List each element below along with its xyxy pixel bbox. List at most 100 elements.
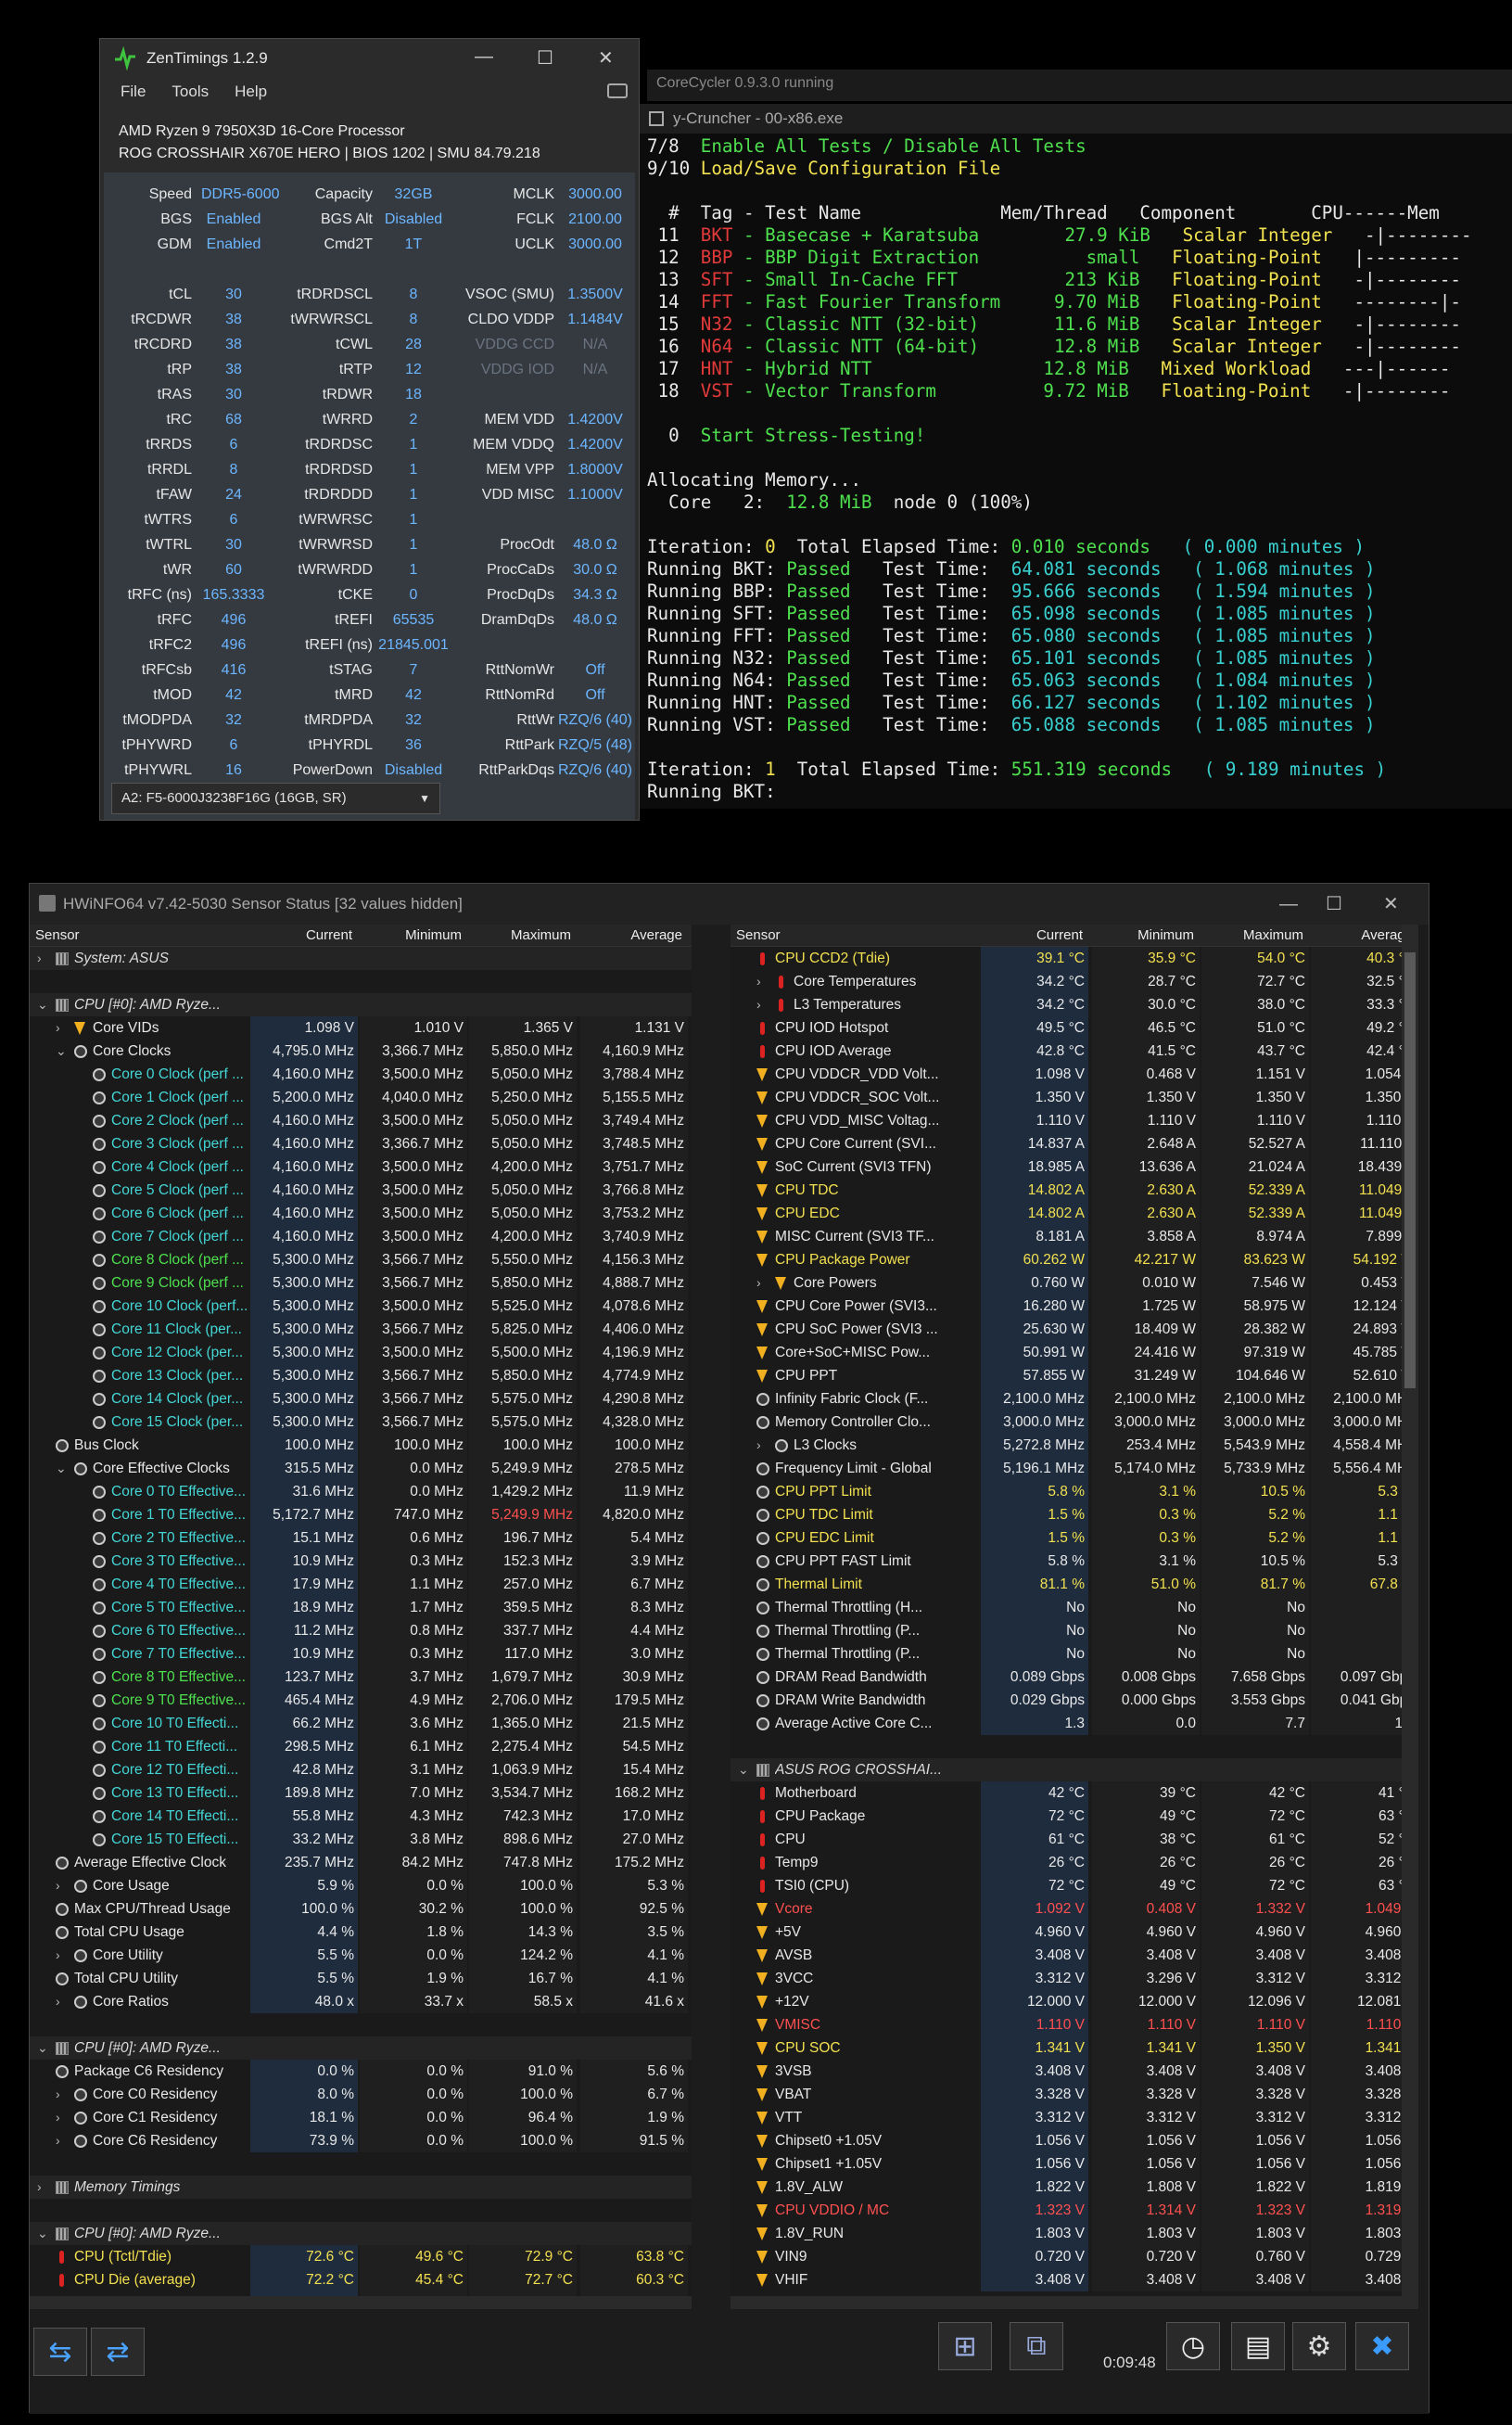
sensor-row[interactable]: Chipset1 +1.05V 1.056 V 1.056 V 1.056 V 1.05… xyxy=(731,2152,1418,2176)
dimm-select[interactable]: A2: F5-6000J3238F16G (16GB, SR) ▼ xyxy=(111,783,440,814)
sensor-row[interactable]: Core 13 Clock (per... 5,300.0 MHz 3,566.7 … xyxy=(30,1364,692,1387)
sensor-row[interactable]: CPU VDDCR_VDD Volt... 1.098 V 0.468 V 1.151… xyxy=(731,1063,1418,1086)
sensor-row[interactable]: Core 11 Clock (per... 5,300.0 MHz 3,566.7 … xyxy=(30,1318,692,1341)
sensor-row[interactable]: CPU VDDCR_SOC Volt... 1.350 V 1.350 V 1.350… xyxy=(731,1086,1418,1109)
sensor-row[interactable]: Thermal Throttling (P... No No No xyxy=(731,1642,1418,1666)
sensor-row[interactable]: Core 12 T0 Effecti... 42.8 MHz 3.1 MHz 1,06… xyxy=(30,1758,692,1781)
sensor-row[interactable]: Core 4 T0 Effective... 17.9 MHz 1.1 MHz 257… xyxy=(30,1573,692,1596)
chevron-right-icon[interactable]: › xyxy=(56,1016,67,1040)
sensor-row[interactable]: Infinity Fabric Clock (F... 2,100.0 MHz 2,… xyxy=(731,1387,1418,1410)
minimize-icon[interactable]: — xyxy=(475,46,493,68)
sensor-row[interactable]: Core 14 Clock (per... 5,300.0 MHz 3,566.7 … xyxy=(30,1387,692,1410)
sensor-row[interactable]: CPU Die (average) 72.2 °C 45.4 °C 72.7 °C 60… xyxy=(30,2268,692,2291)
vertical-scrollbar[interactable] xyxy=(1402,925,1418,2309)
sensor-pane-left[interactable]: Sensor Current Minimum Maximum Average › Syst… xyxy=(30,925,692,2309)
sensor-row[interactable]: Total CPU Usage 4.4 % 1.8 % 14.3 % 3.5 % xyxy=(30,1921,692,1944)
column-current[interactable]: Current xyxy=(981,925,1088,947)
sensor-group[interactable]: › System: ASUS xyxy=(30,947,692,970)
close-icon[interactable]: ✕ xyxy=(1383,884,1399,925)
minimize-icon[interactable]: — xyxy=(1279,884,1298,925)
sensor-row[interactable]: Core 12 Clock (per... 5,300.0 MHz 3,500.0 … xyxy=(30,1341,692,1364)
sensor-row[interactable]: CPU TDC Limit 1.5 % 0.3 % 5.2 % 1.1 % xyxy=(731,1503,1418,1526)
maximize-icon[interactable]: ☐ xyxy=(1326,884,1342,925)
sensor-row[interactable]: › L3 Clocks 5,272.8 MHz 253.4 MHz 5,543.9 MH… xyxy=(731,1434,1418,1457)
sensor-row[interactable]: Core 10 Clock (perf... 5,300.0 MHz 3,500.0… xyxy=(30,1295,692,1318)
zentimings-titlebar[interactable]: ZenTimings 1.2.9 — ☐ ✕ xyxy=(100,39,639,78)
chevron-right-icon[interactable]: › xyxy=(56,1944,67,1967)
chevron-down-icon[interactable]: ⌄ xyxy=(37,2036,48,2060)
sensor-row[interactable]: › Core VIDs 1.098 V 1.010 V 1.365 V 1.131 V xyxy=(30,1016,692,1040)
sensor-row[interactable]: CPU SOC 1.341 V 1.341 V 1.350 V 1.341 V xyxy=(731,2036,1418,2060)
column-maximum[interactable]: Maximum xyxy=(1201,925,1309,947)
sensor-row[interactable]: VIN9 0.720 V 0.720 V 0.760 V 0.729 V xyxy=(731,2245,1418,2268)
sensor-row[interactable]: TSI0 (CPU) 72 °C 49 °C 72 °C 63 °C xyxy=(731,1874,1418,1897)
chevron-down-icon[interactable]: ⌄ xyxy=(37,2222,48,2245)
sensor-row[interactable]: Thermal Throttling (H... No No No xyxy=(731,1596,1418,1619)
sensor-row[interactable]: Core 0 T0 Effective... 31.6 MHz 0.0 MHz 1,4… xyxy=(30,1480,692,1503)
scrollbar-thumb[interactable] xyxy=(1404,952,1416,1388)
menu-help[interactable]: Help xyxy=(235,83,267,101)
sensor-row[interactable]: Core 6 Clock (perf ... 4,160.0 MHz 3,500.0… xyxy=(30,1202,692,1225)
sensor-row[interactable]: Core 0 Clock (perf ... 4,160.0 MHz 3,500.0… xyxy=(30,1063,692,1086)
sensor-row[interactable]: SoC Current (SVI3 TFN) 18.985 A 13.636 A 21… xyxy=(731,1155,1418,1179)
sensor-row[interactable]: CPU PPT FAST Limit 5.8 % 3.1 % 10.5 % 5.3 % xyxy=(731,1550,1418,1573)
sensor-row[interactable]: Core 8 Clock (perf ... 5,300.0 MHz 3,566.7… xyxy=(30,1248,692,1271)
sensor-row[interactable]: CPU EDC 14.802 A 2.630 A 52.339 A 11.049 A xyxy=(731,1202,1418,1225)
chevron-down-icon[interactable]: ⌄ xyxy=(738,1758,749,1781)
arrows-collapse-icon[interactable]: ⇄ xyxy=(91,2328,145,2376)
sensor-row[interactable]: CPU EDC Limit 1.5 % 0.3 % 5.2 % 1.1 % xyxy=(731,1526,1418,1550)
chevron-right-icon[interactable]: › xyxy=(37,2176,48,2199)
sensor-row[interactable]: Thermal Limit 81.1 % 51.0 % 81.7 % 67.8 % xyxy=(731,1573,1418,1596)
menu-tools[interactable]: Tools xyxy=(172,83,209,101)
sensor-row[interactable]: Core 10 T0 Effecti... 66.2 MHz 3.6 MHz 1,36… xyxy=(30,1712,692,1735)
sensor-row[interactable]: Core 3 T0 Effective... 10.9 MHz 0.3 MHz 152… xyxy=(30,1550,692,1573)
sensor-row[interactable]: Core 13 T0 Effecti... 189.8 MHz 7.0 MHz 3,5… xyxy=(30,1781,692,1805)
sensor-row[interactable]: Average Effective Clock 235.7 MHz 84.2 MHz… xyxy=(30,1851,692,1874)
sensor-row[interactable]: Core 4 Clock (perf ... 4,160.0 MHz 3,500.0… xyxy=(30,1155,692,1179)
ycruncher-titlebar[interactable]: y-Cruncher - 00-x86.exe xyxy=(640,104,1512,134)
sensor-row[interactable]: Chipset0 +1.05V 1.056 V 1.056 V 1.056 V 1.05… xyxy=(731,2129,1418,2152)
sensor-row[interactable]: Max CPU/Thread Usage 100.0 % 30.2 % 100.0 %… xyxy=(30,1897,692,1921)
clock-icon[interactable]: ◷ xyxy=(1166,2322,1220,2370)
sensor-row[interactable]: +12V 12.000 V 12.000 V 12.096 V 12.081 V xyxy=(731,1990,1418,2013)
sensor-row[interactable]: Core 14 T0 Effecti... 55.8 MHz 4.3 MHz 742.… xyxy=(30,1805,692,1828)
sensor-group[interactable]: ⌄ ASUS ROG CROSSHAI... xyxy=(731,1758,1418,1781)
chevron-right-icon[interactable]: › xyxy=(56,2106,67,2129)
camera-icon[interactable] xyxy=(607,83,628,98)
sensor-row[interactable]: Core 2 Clock (perf ... 4,160.0 MHz 3,500.0… xyxy=(30,1109,692,1132)
column-average[interactable]: Average xyxy=(580,925,688,947)
sensor-row[interactable]: VMISC 1.110 V 1.110 V 1.110 V 1.110 V xyxy=(731,2013,1418,2036)
sensor-row[interactable]: VHIF 3.408 V 3.408 V 3.408 V 3.408 V xyxy=(731,2268,1418,2291)
chevron-down-icon[interactable]: ⌄ xyxy=(56,1040,67,1063)
sensor-row[interactable]: Memory Controller Clo... 3,000.0 MHz 3,000… xyxy=(731,1410,1418,1434)
sensor-row[interactable]: › L3 Temperatures 34.2 °C 30.0 °C 38.0 °C 33.… xyxy=(731,993,1418,1016)
sensor-row[interactable]: CPU PPT Limit 5.8 % 3.1 % 10.5 % 5.3 % xyxy=(731,1480,1418,1503)
sensor-row[interactable]: Average Active Core C...1.30.07.71.1 xyxy=(731,1712,1418,1735)
sensor-row[interactable]: Bus Clock 100.0 MHz 100.0 MHz 100.0 MHz 100.… xyxy=(30,1434,692,1457)
sensor-row[interactable]: CPU IOD Hotspot 49.5 °C 46.5 °C 51.0 °C 49.2… xyxy=(731,1016,1418,1040)
sensor-row[interactable]: CPU PPT 57.855 W 31.249 W 104.646 W 52.610 W xyxy=(731,1364,1418,1387)
sensor-row[interactable]: Core 9 T0 Effective... 465.4 MHz 4.9 MHz 2,… xyxy=(30,1689,692,1712)
column-sensor[interactable]: Sensor xyxy=(35,925,80,947)
sensor-row[interactable]: › Core Ratios 48.0 x 33.7 x 58.5 x 41.6 x xyxy=(30,1990,692,2013)
sensor-row[interactable]: CPU TDC 14.802 A 2.630 A 52.339 A 11.049 A xyxy=(731,1179,1418,1202)
sensor-row[interactable]: MISC Current (SVI3 TF... 8.181 A 3.858 A 8.… xyxy=(731,1225,1418,1248)
arrows-left-right-icon[interactable]: ⇆ xyxy=(33,2328,87,2376)
sensor-row[interactable]: Core 15 T0 Effecti... 33.2 MHz 3.8 MHz 898.… xyxy=(30,1828,692,1851)
sensor-row[interactable]: Package C6 Residency 0.0 % 0.0 % 91.0 % 5.6 … xyxy=(30,2060,692,2083)
sensor-row[interactable]: Core 5 Clock (perf ... 4,160.0 MHz 3,500.0… xyxy=(30,1179,692,1202)
sensor-row[interactable]: CPU VDDIO / MC 1.323 V 1.314 V 1.323 V 1.319… xyxy=(731,2199,1418,2222)
sensor-row[interactable]: CPU Core Current (SVI... 14.837 A 2.648 A5… xyxy=(731,1132,1418,1155)
sensor-row[interactable]: Core 3 Clock (perf ... 4,160.0 MHz 3,366.7… xyxy=(30,1132,692,1155)
chevron-right-icon[interactable]: › xyxy=(756,1434,768,1457)
horizontal-scrollbar[interactable] xyxy=(30,2296,692,2309)
sensor-row[interactable]: Core 1 T0 Effective... 5,172.7 MHz 747.0 M… xyxy=(30,1503,692,1526)
sensor-row[interactable]: ⌄ Core Clocks 4,795.0 MHz 3,366.7 MHz 5,850.… xyxy=(30,1040,692,1063)
sensor-row[interactable]: Core 5 T0 Effective... 18.9 MHz 1.7 MHz 359… xyxy=(30,1596,692,1619)
maximize-icon[interactable]: ☐ xyxy=(537,46,553,70)
sensor-row[interactable]: Core 6 T0 Effective... 11.2 MHz 0.8 MHz 337… xyxy=(30,1619,692,1642)
sensor-row[interactable]: Total CPU Utility 5.5 % 1.9 % 16.7 % 4.1 % xyxy=(30,1967,692,1990)
sensor-row[interactable]: Core 15 Clock (per... 5,300.0 MHz 3,566.7 … xyxy=(30,1410,692,1434)
chevron-right-icon[interactable]: › xyxy=(37,947,48,970)
sensor-row[interactable]: Core 9 Clock (perf ... 5,300.0 MHz 3,566.7… xyxy=(30,1271,692,1295)
